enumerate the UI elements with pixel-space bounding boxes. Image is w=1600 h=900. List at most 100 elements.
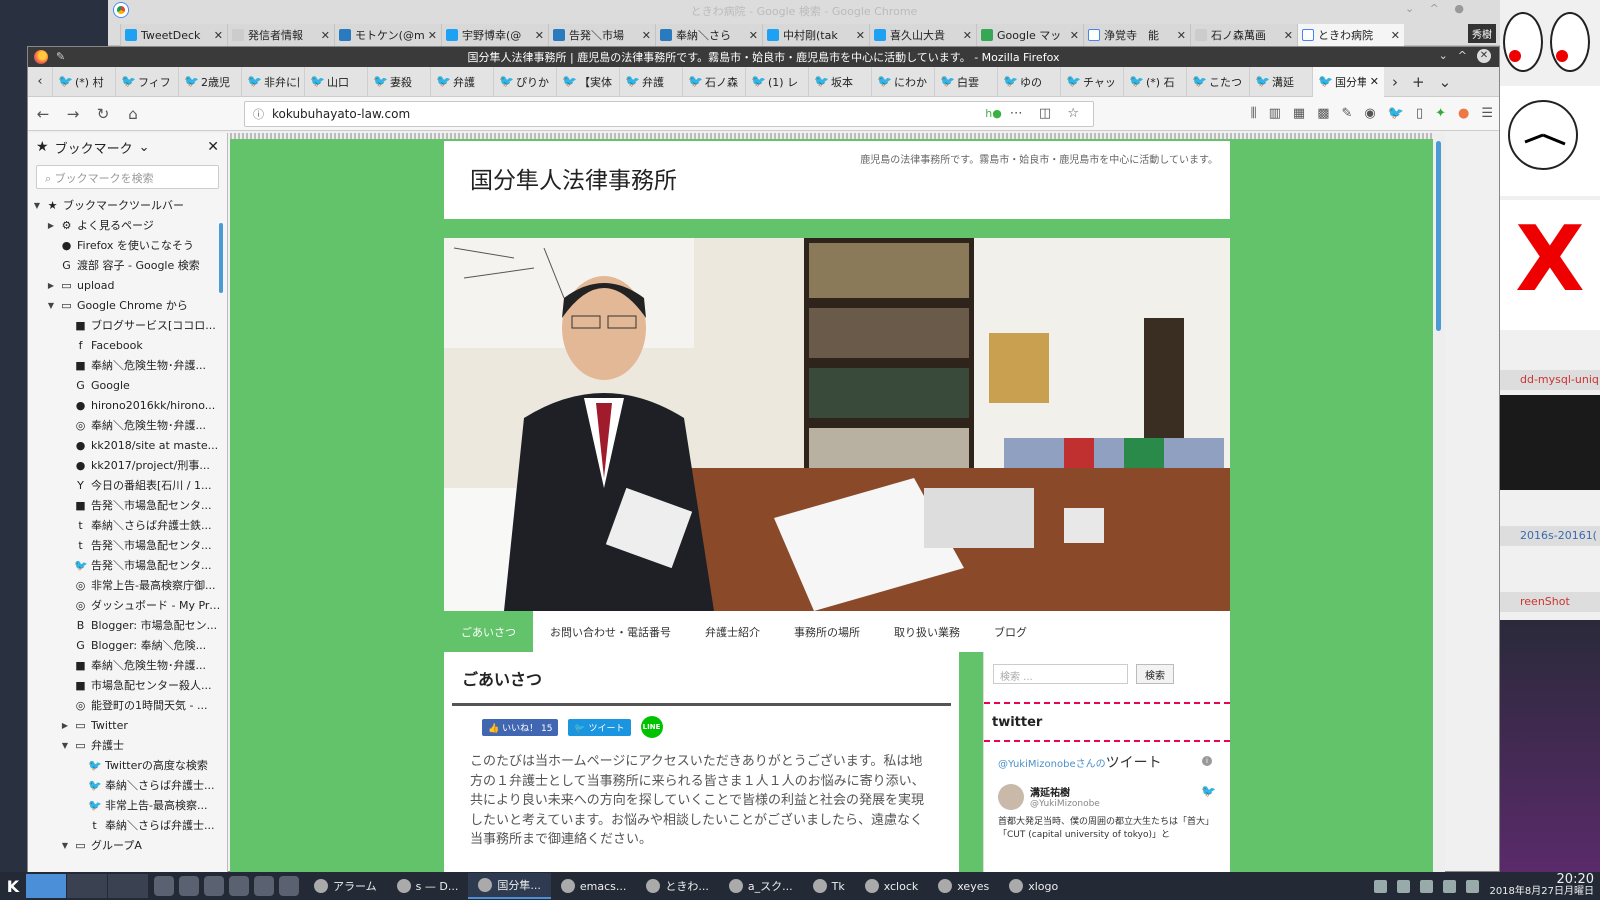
tweet-handle[interactable]: @YukiMizonobe [1030,799,1100,809]
bookmark-item[interactable]: ● kk2017/project/刑事... [32,455,223,475]
extension-icon[interactable]: h● [985,107,1002,120]
tweet-author[interactable]: 溝延祐樹 [1030,784,1100,799]
extension-icon[interactable]: ▩ [1317,106,1329,121]
close-window-icon[interactable]: ✕ [1477,49,1491,63]
firefox-tab[interactable]: 🐦非弁に関 [241,66,304,97]
chrome-tab[interactable]: 発信者情報 ✕ [227,24,334,46]
twisty-icon[interactable]: ▼ [32,201,42,210]
twisty-icon[interactable]: ▶ [46,281,56,290]
clipboard-icon[interactable]: ▯ [1416,106,1423,121]
site-search-button[interactable]: 検索 [1136,664,1174,684]
sidebar-title[interactable]: ブックマーク [55,138,133,157]
bookmark-item[interactable]: B Blogger: 市場急配セン... [32,615,223,635]
taskbar-task[interactable]: a_スク... [719,873,803,899]
close-tab-icon[interactable]: ✕ [963,29,972,42]
bookmark-item[interactable]: ■ ブログサービス[ココロ... [32,315,223,335]
bookmark-item[interactable]: ● kk2018/site at maste... [32,435,223,455]
bookmark-item[interactable]: ● Firefox を使いこなそう [32,235,223,255]
list-tabs-icon[interactable]: ⌄ [1439,73,1452,91]
taskbar-task[interactable]: emacs... [551,873,637,899]
chrome-tab[interactable]: 石ノ森萬画 ✕ [1190,24,1297,46]
chrome-tab[interactable]: 宇野博幸(@ ✕ [441,24,548,46]
chrome-window-controls[interactable]: ⌄ ^ ● [1405,2,1470,15]
maximize-icon[interactable]: ^ [1458,49,1467,63]
bookmark-folder[interactable]: ▼ ★ ブックマークツールバー [32,195,223,215]
bookmark-item[interactable]: ◎ ダッシュボード - My Pro... [32,595,223,615]
firefox-tab[interactable]: 🐦 溝延 [1249,66,1312,97]
bookmark-item[interactable]: ◎ 非常上告-最高検察庁御... [32,575,223,595]
close-tab-icon[interactable]: ✕ [1177,29,1186,42]
firefox-tab[interactable]: 🐦 弁護 [619,66,682,97]
desktop-2[interactable] [67,874,107,898]
taskbar-task[interactable]: Tk [803,873,855,899]
window-strip[interactable]: reenShot [1500,592,1600,612]
close-tab-icon[interactable]: ✕ [642,29,651,42]
extension-icon[interactable]: ◉ [1364,106,1375,121]
nav-menu-item[interactable]: お問い合わせ・電話番号 [533,611,688,652]
firefox-tab[interactable]: 🐦 (*) 村 [52,66,115,97]
firefox-tab[interactable]: 🐦 (1) レ [745,66,808,97]
chrome-launcher-icon[interactable] [204,876,224,896]
bookmark-item[interactable]: ■ 奉納＼危険生物･弁護... [32,355,223,375]
avatar[interactable] [998,784,1024,810]
close-tab-icon[interactable]: ✕ [1391,29,1400,42]
close-tab-icon[interactable]: ✕ [214,29,223,42]
bookmark-search-input[interactable]: ⌕ ブックマークを検索 [36,165,219,189]
extension-icon[interactable]: ● [1458,106,1469,121]
sidebar-icon[interactable]: ▥ [1269,106,1281,121]
firefox-tab[interactable]: 🐦 こたつ [1186,66,1249,97]
bookmark-folder[interactable]: ▼ ▭ 弁護士 [32,735,223,755]
bookmark-item[interactable]: Y 今日の番組表[石川 / 1... [32,475,223,495]
taskbar-task[interactable]: アラーム [304,873,387,899]
bookmark-item[interactable]: 🐦 Twitterの高度な検索 [32,755,223,775]
files-launcher-icon[interactable] [179,876,199,896]
desktop-3[interactable] [108,874,148,898]
bookmark-item[interactable]: G Blogger: 奉納＼危険... [32,635,223,655]
emacs-launcher-icon[interactable] [229,876,249,896]
close-tab-icon[interactable]: ✕ [749,29,758,42]
taskbar-task[interactable]: xlogo [999,873,1068,899]
window-strip[interactable]: 2016s-20161( [1500,526,1600,546]
firefox-tab[interactable]: 🐦 2歳児 [178,66,241,97]
bookmark-item[interactable]: f Facebook [32,335,223,355]
bookmark-item[interactable]: G 渡部 容子 - Google 検索 [32,255,223,275]
editor-launcher-icon[interactable] [254,876,274,896]
chrome-tab[interactable]: 奉納＼さら ✕ [655,24,762,46]
bookmark-folder[interactable]: ▼ ▭ グループA [32,835,223,855]
bookmark-folder[interactable]: ▶ ▭ upload [32,275,223,295]
firefox-tab[interactable]: 🐦 妻殺 [367,66,430,97]
twisty-icon[interactable]: ▶ [46,221,56,230]
close-tab-icon[interactable]: ✕ [428,29,437,42]
close-tab-icon[interactable]: ✕ [1284,29,1293,42]
close-icon[interactable]: ✕ [207,139,219,155]
chrome-tab[interactable]: 浄覚寺 能 ✕ [1083,24,1190,46]
url-text[interactable]: kokubuhayato-law.com [272,107,977,121]
firefox-tab[interactable]: 🐦 白雲 [934,66,997,97]
firefox-launcher-icon[interactable] [154,876,174,896]
site-title[interactable]: 国分隼人法律事務所 [470,161,677,195]
tweet-button[interactable]: 🐦 ツイート [568,718,631,736]
chrome-tab[interactable]: TweetDeck ✕ [120,24,227,46]
line-share-button[interactable]: LINE [640,716,663,738]
facebook-like-button[interactable]: 👍 いいね！ 15 [482,718,559,736]
pen-icon[interactable]: ✎ [1342,106,1353,121]
bluetooth-icon[interactable] [1420,879,1434,893]
bookmark-item[interactable]: ◎ 奉納＼危険生物･弁護... [32,415,223,435]
application-menu-icon[interactable]: K [0,872,26,900]
bookmark-item[interactable]: ■ 告発＼市場急配センタ... [32,495,223,515]
scroll-tabs-left-icon[interactable]: ‹ [28,74,52,89]
bookmark-folder[interactable]: ▶ ▭ Twitter [32,715,223,735]
bookmark-item[interactable]: t 奉納＼さらば弁護士... [32,815,223,835]
screenshot-icon[interactable]: ▦ [1293,106,1305,121]
menu-icon[interactable]: ☰ [1481,106,1493,121]
nav-menu-item[interactable]: 事務所の場所 [777,611,877,652]
bookmark-item[interactable]: t 奉納＼さらば弁護士鉄... [32,515,223,535]
tweet-item[interactable]: 溝延祐樹 @YukiMizonobe 🐦 [998,784,1216,810]
firefox-tab[interactable]: 🐦 山口 [304,66,367,97]
desktop-1[interactable] [26,874,66,898]
bookmark-item[interactable]: 🐦 奉納＼さらば弁護士... [32,775,223,795]
nav-menu-item[interactable]: ごあいさつ [444,611,533,652]
chrome-tab[interactable]: 告発＼市場 ✕ [548,24,655,46]
close-tab-icon[interactable]: ✕ [1370,75,1379,88]
bookmark-item[interactable]: ◎ 能登町の1時間天気 - ... [32,695,223,715]
